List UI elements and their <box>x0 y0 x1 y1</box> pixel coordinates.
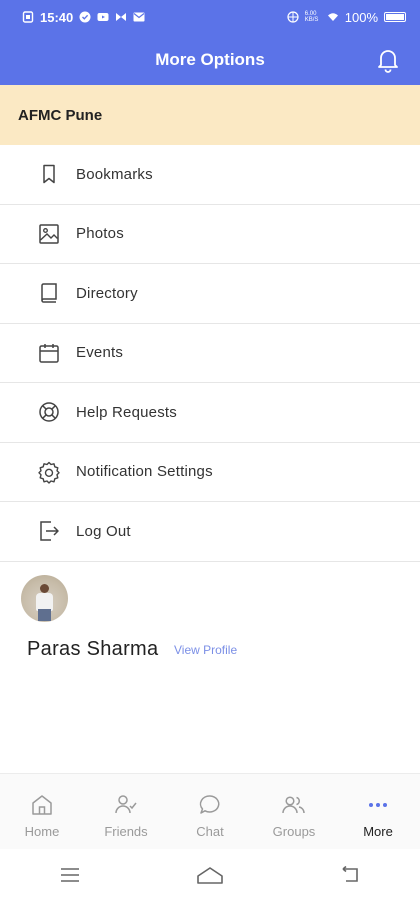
menu-item-label: Notification Settings <box>76 463 213 481</box>
back-arrow-icon <box>342 865 358 882</box>
status-time: 15:40 <box>40 9 74 25</box>
page-title: More Options <box>155 49 265 69</box>
org-name: AFMC Pune <box>18 106 103 124</box>
profile-name: Paras Sharma <box>27 638 159 660</box>
globe-icon <box>287 11 299 23</box>
nav-label: Friends <box>104 824 148 839</box>
nav-chat[interactable]: Chat <box>168 774 252 849</box>
menu-item-events[interactable]: Events <box>0 324 420 383</box>
menu-item-help-requests[interactable]: Help Requests <box>0 383 420 443</box>
home-icon <box>32 795 52 815</box>
menu-item-label: Events <box>76 344 124 362</box>
mail-icon <box>133 12 145 22</box>
nav-home[interactable]: Home <box>0 774 84 849</box>
groups-icon <box>282 796 305 814</box>
menu-item-label: Bookmarks <box>76 165 153 183</box>
menu-lines-icon <box>61 867 79 882</box>
nav-label: More <box>363 824 393 839</box>
book-icon <box>36 280 62 306</box>
nav-label: Chat <box>196 824 224 839</box>
friends-icon <box>115 795 137 814</box>
menu-item-label: Log Out <box>76 522 131 540</box>
home-system-button[interactable] <box>195 863 225 887</box>
battery-icon <box>384 12 406 22</box>
check-circle-icon <box>79 11 91 23</box>
bottom-nav: Home Friends Chat Groups More <box>0 773 420 849</box>
view-profile-link[interactable]: View Profile <box>174 643 237 657</box>
sim-icon <box>22 11 34 23</box>
system-nav-bar <box>0 849 420 900</box>
nav-friends[interactable]: Friends <box>84 774 168 849</box>
org-banner[interactable]: AFMC Pune <box>0 85 420 145</box>
menu-item-label: Help Requests <box>76 403 177 421</box>
menu-item-label: Directory <box>76 284 138 302</box>
bowtie-icon <box>116 13 127 21</box>
photo-icon <box>36 221 62 247</box>
menu-item-directory[interactable]: Directory <box>0 264 420 324</box>
home-outline-icon <box>197 866 223 884</box>
lifebuoy-icon <box>36 399 62 425</box>
menu-item-notification-settings[interactable]: Notification Settings <box>0 443 420 502</box>
chat-icon <box>199 795 220 814</box>
wifi-icon <box>327 13 338 21</box>
avatar[interactable] <box>21 575 68 622</box>
nav-groups[interactable]: Groups <box>252 774 336 849</box>
logout-icon <box>36 518 62 544</box>
nav-more[interactable]: More <box>336 774 420 849</box>
menu-item-photos[interactable]: Photos <box>0 205 420 264</box>
gear-icon <box>36 459 62 485</box>
bookmark-icon <box>36 161 62 187</box>
more-options-menu: Bookmarks Photos Directory Events Help R… <box>0 145 420 562</box>
more-dots-icon <box>369 803 387 807</box>
bell-icon[interactable] <box>374 46 402 74</box>
status-bar: 15:40 6.00 KB/S 100% <box>0 0 420 34</box>
youtube-icon <box>97 13 109 21</box>
nav-label: Home <box>24 824 60 839</box>
nav-label: Groups <box>272 824 316 839</box>
app-header: More Options <box>0 34 420 85</box>
battery-percentage: 100% <box>344 9 378 25</box>
recents-button[interactable] <box>55 863 85 887</box>
network-speed: 6.00 KB/S <box>304 11 319 23</box>
menu-item-bookmarks[interactable]: Bookmarks <box>0 145 420 205</box>
menu-item-log-out[interactable]: Log Out <box>0 502 420 562</box>
back-button[interactable] <box>335 863 365 887</box>
menu-item-label: Photos <box>76 225 124 243</box>
calendar-icon <box>36 340 62 366</box>
